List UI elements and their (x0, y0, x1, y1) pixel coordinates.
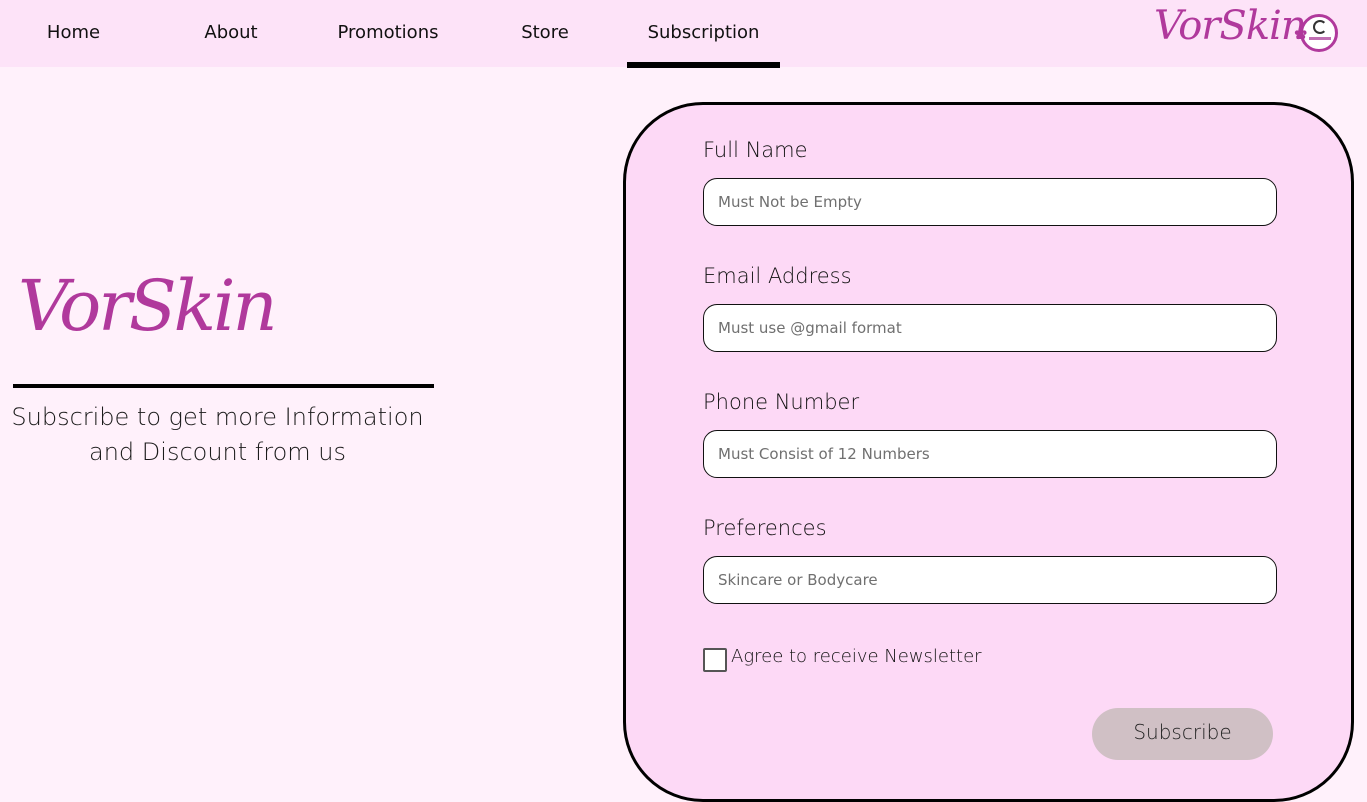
nav-home[interactable]: Home (0, 0, 147, 67)
swirl-icon (1313, 20, 1327, 34)
newsletter-label[interactable]: Agree to receive Newsletter (731, 646, 982, 667)
phone-label: Phone Number (703, 390, 860, 414)
nav-store[interactable]: Store (472, 0, 618, 67)
full-name-label: Full Name (703, 138, 808, 162)
flower-icon: ✿ (1294, 24, 1308, 43)
vorskin-logo-icon[interactable]: ✿ (1294, 14, 1338, 52)
logo-stripe (1309, 37, 1331, 40)
full-name-input[interactable] (703, 178, 1277, 226)
nav-about[interactable]: About (158, 0, 304, 67)
preferences-input[interactable] (703, 556, 1277, 604)
email-input[interactable] (703, 304, 1277, 352)
hero-brand-title: VorSkin (18, 265, 278, 347)
hero-tagline-line1: Subscribe to get more Information (11, 403, 424, 431)
hero-divider (13, 384, 434, 388)
hero-tagline-line2: and Discount from us (89, 438, 346, 466)
newsletter-checkbox[interactable] (703, 648, 727, 672)
email-label: Email Address (703, 264, 852, 288)
preferences-label: Preferences (703, 516, 827, 540)
hero-tagline: Subscribe to get more Information and Di… (0, 400, 435, 470)
nav-promotions[interactable]: Promotions (315, 0, 461, 67)
subscribe-button[interactable]: Subscribe (1092, 708, 1273, 760)
top-navbar: Home About Promotions Store Subscription… (0, 0, 1367, 68)
brand-wordmark[interactable]: VorSkin (1154, 3, 1307, 49)
nav-subscription[interactable]: Subscription (627, 0, 780, 68)
phone-input[interactable] (703, 430, 1277, 478)
